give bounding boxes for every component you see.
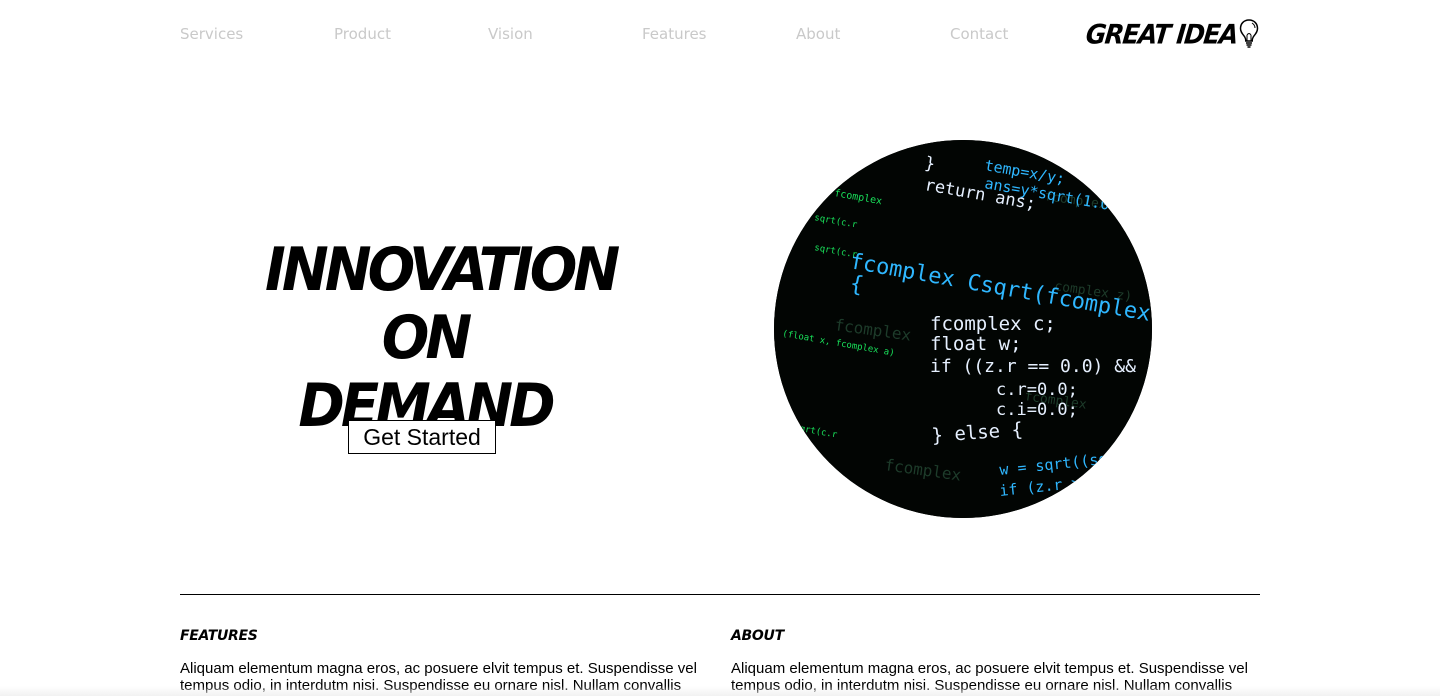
features-section: FEATURES Aliquam elementum magna eros, a… xyxy=(180,628,710,694)
section-divider xyxy=(180,594,1260,595)
nav-link-features[interactable]: Features xyxy=(642,25,707,43)
nav-link-product[interactable]: Product xyxy=(334,25,391,43)
nav-link-vision[interactable]: Vision xyxy=(488,25,533,43)
about-section: ABOUT Aliquam elementum magna eros, ac p… xyxy=(731,628,1261,694)
code-screen-illustration: fcomplex fcomplex fcomplex complex z) fc… xyxy=(774,140,1152,518)
code-white-line: c.i=0.0; xyxy=(996,400,1078,420)
brand-logo-text: GREAT IDEA xyxy=(1084,18,1239,50)
hero-code-image: fcomplex fcomplex fcomplex complex z) fc… xyxy=(774,140,1152,518)
code-white-line: c.r=0.0; xyxy=(996,380,1078,400)
top-navigation: Services Product Vision Features About C… xyxy=(180,0,1260,70)
hero-title-line-2: ON xyxy=(381,303,472,373)
nav-link-services[interactable]: Services xyxy=(180,25,243,43)
landing-page: Services Product Vision Features About C… xyxy=(0,0,1440,696)
hero-title: INNOVATION ON DEMAND xyxy=(265,235,620,441)
code-white-line: float w; xyxy=(930,333,1022,355)
features-heading: FEATURES xyxy=(180,628,258,644)
brand-logo[interactable]: GREAT IDEA xyxy=(1084,16,1260,52)
hero-title-line-1: INNOVATION xyxy=(265,235,620,305)
get-started-button[interactable]: Get Started xyxy=(348,420,496,454)
nav-link-contact[interactable]: Contact xyxy=(950,25,1008,43)
bottom-fade xyxy=(0,686,1440,696)
lightbulb-icon xyxy=(1239,19,1259,48)
nav-link-about[interactable]: About xyxy=(796,25,840,43)
about-heading: ABOUT xyxy=(731,628,784,644)
code-white-line: fcomplex c; xyxy=(930,313,1056,335)
code-white-line: if ((z.r == 0.0) && (z.i == 0.0)) xyxy=(930,356,1152,377)
